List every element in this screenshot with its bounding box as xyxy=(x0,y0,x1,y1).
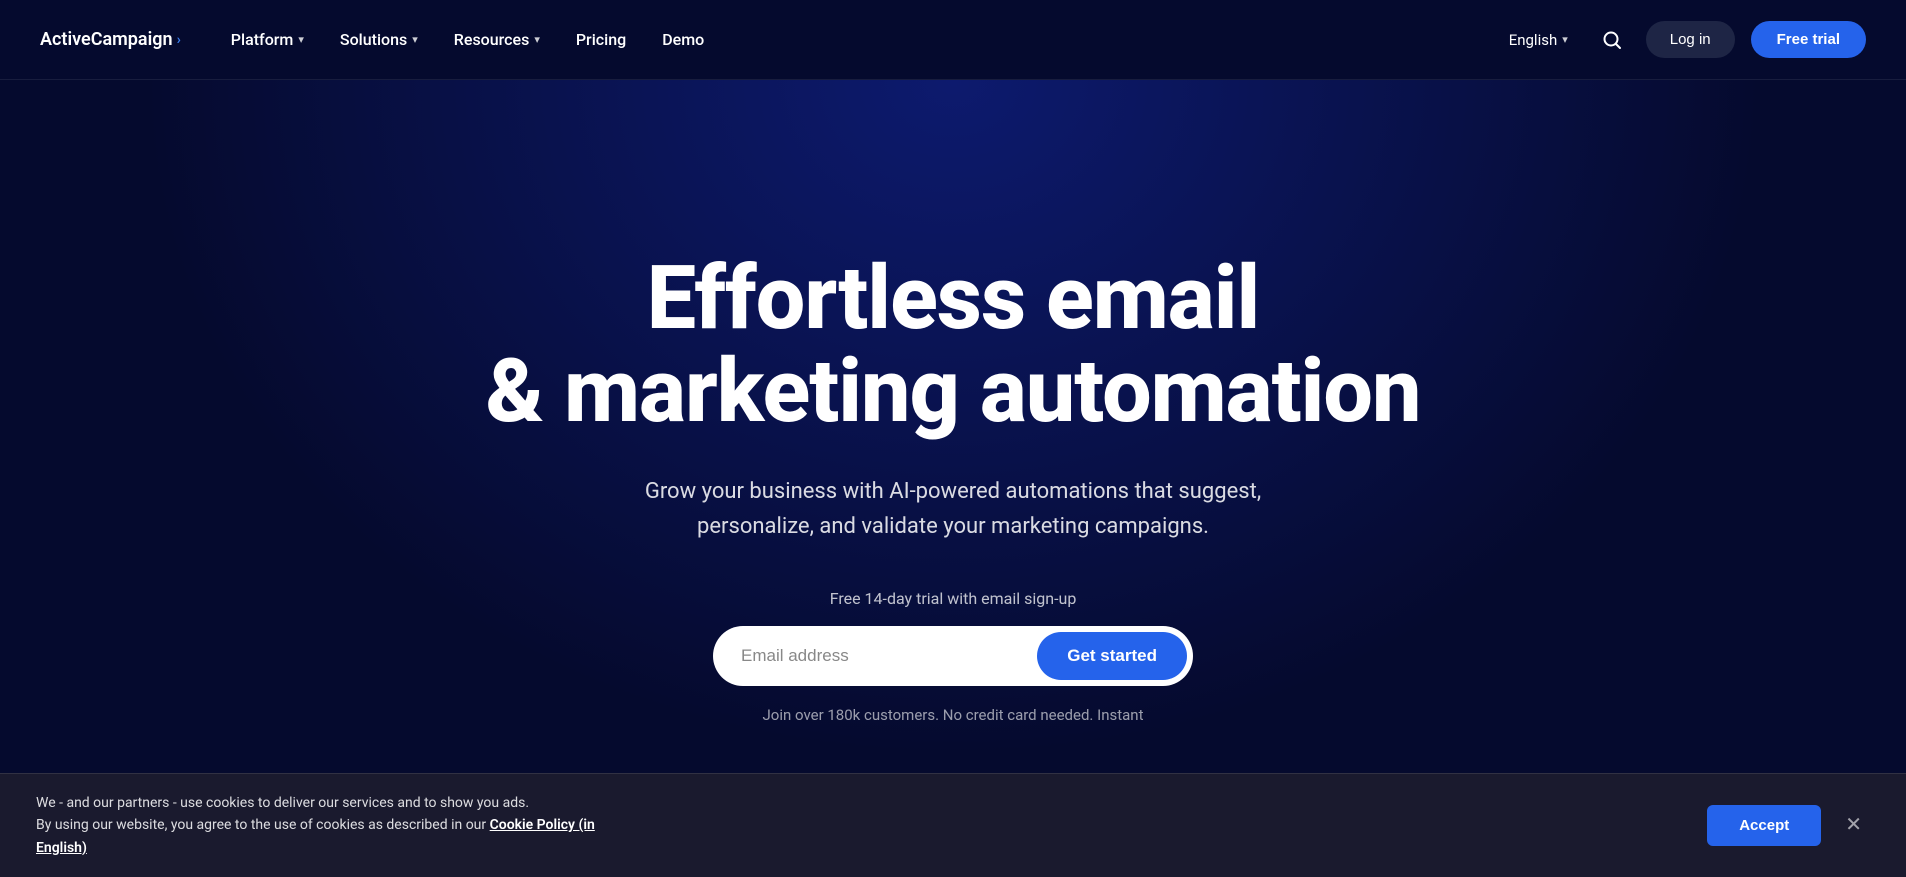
chevron-down-icon: ▾ xyxy=(298,33,304,46)
cookie-actions: Accept ✕ xyxy=(1707,805,1870,846)
cookie-banner: We - and our partners - use cookies to d… xyxy=(0,773,1906,877)
nav-solutions-label: Solutions xyxy=(340,30,407,49)
chevron-down-icon: ▾ xyxy=(534,33,540,46)
nav-right: English ▾ Log in Free trial xyxy=(1499,21,1866,58)
get-started-button[interactable]: Get started xyxy=(1037,632,1187,680)
nav-item-platform[interactable]: Platform ▾ xyxy=(217,22,318,57)
logo[interactable]: ActiveCampaign › xyxy=(40,29,181,50)
cookie-text-line2: By using our website, you agree to the u… xyxy=(36,817,486,833)
cookie-text-line1: We - and our partners - use cookies to d… xyxy=(36,795,529,811)
nav-platform-label: Platform xyxy=(231,30,294,49)
hero-subtitle: Grow your business with AI-powered autom… xyxy=(613,474,1293,544)
login-button[interactable]: Log in xyxy=(1646,21,1735,58)
search-icon xyxy=(1602,30,1622,50)
logo-arrow: › xyxy=(177,32,181,48)
email-input[interactable] xyxy=(741,646,1037,666)
search-button[interactable] xyxy=(1594,22,1630,58)
accept-cookies-button[interactable]: Accept xyxy=(1707,805,1821,846)
nav-item-demo[interactable]: Demo xyxy=(648,22,718,57)
navbar: ActiveCampaign › Platform ▾ Solutions ▾ … xyxy=(0,0,1906,80)
trial-note: Free 14-day trial with email sign-up xyxy=(830,589,1077,608)
nav-item-resources[interactable]: Resources ▾ xyxy=(440,22,554,57)
close-cookie-banner-button[interactable]: ✕ xyxy=(1837,811,1870,839)
language-selector[interactable]: English ▾ xyxy=(1499,25,1578,55)
logo-text: ActiveCampaign xyxy=(40,29,173,50)
join-text: Join over 180k customers. No credit card… xyxy=(763,706,1144,724)
nav-menu: Platform ▾ Solutions ▾ Resources ▾ Prici… xyxy=(217,22,718,57)
cookie-text: We - and our partners - use cookies to d… xyxy=(36,792,636,859)
nav-resources-label: Resources xyxy=(454,30,530,49)
hero-section: Effortless email & marketing automation … xyxy=(0,80,1906,877)
nav-left: ActiveCampaign › Platform ▾ Solutions ▾ … xyxy=(40,22,718,57)
hero-title: Effortless email & marketing automation xyxy=(486,253,1421,438)
nav-demo-label: Demo xyxy=(662,30,704,49)
nav-item-solutions[interactable]: Solutions ▾ xyxy=(326,22,432,57)
chevron-down-icon: ▾ xyxy=(412,33,418,46)
hero-title-line1: Effortless email xyxy=(647,247,1260,350)
nav-pricing-label: Pricing xyxy=(576,30,626,49)
chevron-down-icon: ▾ xyxy=(1562,33,1568,46)
nav-item-pricing[interactable]: Pricing xyxy=(562,22,640,57)
hero-title-line2: & marketing automation xyxy=(486,340,1421,443)
email-form: Get started xyxy=(713,626,1193,686)
free-trial-nav-button[interactable]: Free trial xyxy=(1751,21,1866,58)
language-label: English xyxy=(1509,31,1558,49)
